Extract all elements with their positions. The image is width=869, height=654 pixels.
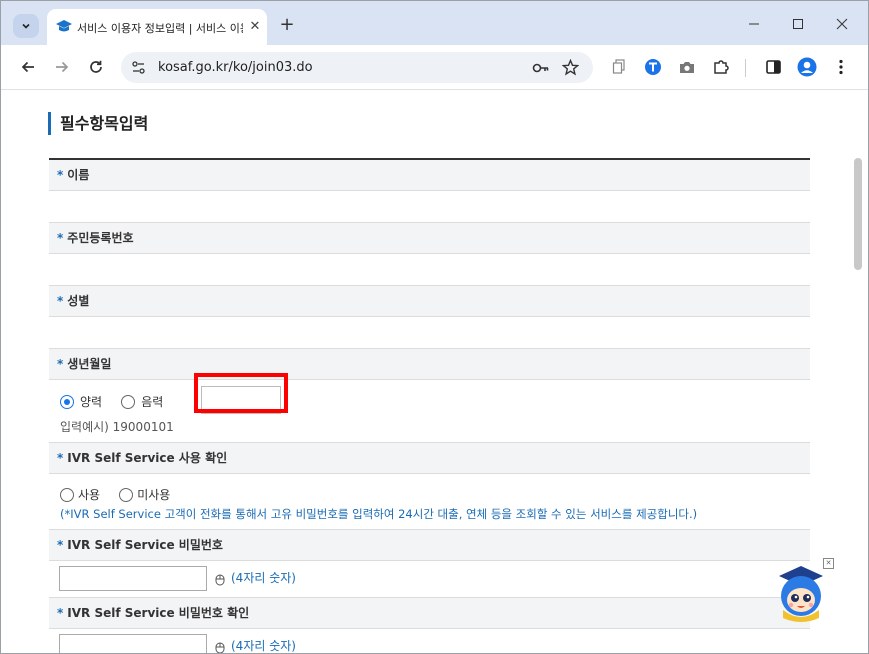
ivr-password-confirm-hint: (4자리 숫자) <box>231 639 296 653</box>
section-title: 필수항목입력 <box>48 112 148 135</box>
name-label: * 이름 <box>49 160 810 191</box>
profile-button[interactable] <box>796 56 818 78</box>
mouse-icon <box>215 642 225 653</box>
maximize-button[interactable] <box>783 13 813 35</box>
new-tab-button[interactable]: + <box>277 14 297 35</box>
ivr-password-confirm-value: (4자리 숫자) <box>49 629 810 653</box>
highlight-box <box>194 373 288 413</box>
ivr-password-hint: (4자리 숫자) <box>231 571 296 585</box>
puzzle-icon <box>714 60 729 74</box>
ivr-use-value: 사용 미사용 (*IVR Self Service 고객이 전화를 통해서 고유… <box>49 474 810 530</box>
ivr-password-label: * IVR Self Service 비밀번호 <box>49 530 810 561</box>
more-vert-icon <box>839 59 843 75</box>
forward-button[interactable] <box>51 56 73 78</box>
minimize-button[interactable] <box>739 13 769 35</box>
reload-icon <box>90 60 102 73</box>
gender-label: * 성별 <box>49 286 810 317</box>
avatar-icon <box>797 57 817 77</box>
gender-value <box>49 317 810 349</box>
browser-toolbar: kosaf.go.kr/ko/join03.do <box>1 45 868 90</box>
chevron-down-icon <box>22 23 30 29</box>
tab-close-icon[interactable]: ✕ <box>247 18 263 34</box>
tab-search-button[interactable] <box>13 14 39 38</box>
site-info-icon <box>132 61 145 74</box>
ivr-use-yes-radio[interactable] <box>60 487 74 502</box>
url-text: kosaf.go.kr/ko/join03.do <box>158 60 313 75</box>
browser-window: 서비스 이용자 정보입력 | 서비스 이용 ✕ + kosaf.go.kr/ko… <box>0 0 869 654</box>
ivr-use-label: * IVR Self Service 사용 확인 <box>49 443 810 474</box>
active-tab[interactable]: 서비스 이용자 정보입력 | 서비스 이용 ✕ <box>47 9 267 45</box>
reload-button[interactable] <box>85 56 107 78</box>
rrn-value <box>49 254 810 286</box>
copy-extension-button[interactable] <box>608 56 630 78</box>
birth-lunar-radio[interactable] <box>121 394 136 409</box>
birth-solar-radio[interactable] <box>60 394 74 409</box>
birth-example: 입력예시) 19000101 <box>60 420 174 434</box>
birth-label: * 생년월일 <box>49 349 810 380</box>
arrow-right-icon <box>56 61 69 73</box>
page-content: 필수항목입력 * 이름 * 주민등록번호 * 성별 * 생년월일 양력 음력 입력예시)… <box>1 90 850 653</box>
ivr-password-confirm-label: * IVR Self Service 비밀번호 확인 <box>49 598 810 629</box>
tab-title: 서비스 이용자 정보입력 | 서비스 이용 <box>77 22 243 35</box>
key-icon[interactable] <box>532 61 550 75</box>
rrn-label: * 주민등록번호 <box>49 223 810 254</box>
arrow-left-icon <box>21 61 34 73</box>
side-panel-icon <box>765 60 781 74</box>
t-badge-icon <box>645 59 661 75</box>
ivr-use-no-label: 미사용 <box>137 488 171 502</box>
copy-icon <box>612 59 625 74</box>
toolbar-divider <box>745 59 746 77</box>
mouse-icon <box>215 574 225 586</box>
ivr-use-no-radio[interactable] <box>119 487 134 502</box>
extensions-button[interactable] <box>710 56 732 78</box>
birth-lunar-label: 음력 <box>141 395 164 409</box>
ivr-password-confirm-input[interactable] <box>59 634 207 653</box>
scrollbar-thumb[interactable] <box>854 158 862 270</box>
menu-button[interactable] <box>830 56 852 78</box>
tab-strip: 서비스 이용자 정보입력 | 서비스 이용 ✕ + <box>1 1 868 45</box>
address-bar[interactable]: kosaf.go.kr/ko/join03.do <box>121 52 593 83</box>
camera-icon <box>680 62 694 73</box>
name-value <box>49 191 810 223</box>
birth-solar-label: 양력 <box>80 395 103 409</box>
ivr-password-value: (4자리 숫자) <box>49 561 810 598</box>
side-panel-button[interactable] <box>762 56 784 78</box>
page-scrollbar[interactable] <box>852 90 866 653</box>
back-button[interactable] <box>17 56 39 78</box>
graduation-cap-icon <box>56 20 72 32</box>
ivr-use-yes-label: 사용 <box>78 488 101 502</box>
ivr-use-note: (*IVR Self Service 고객이 전화를 통해서 고유 비밀번호를 … <box>60 507 698 521</box>
birth-value: 양력 음력 입력예시) 19000101 <box>49 380 810 443</box>
chatbot-mascot-icon[interactable] <box>771 560 831 622</box>
ivr-password-input[interactable] <box>59 566 207 591</box>
required-fields-form: * 이름 * 주민등록번호 * 성별 * 생년월일 양력 음력 입력예시) 190001… <box>49 158 810 653</box>
required-mark: * <box>57 168 64 182</box>
close-window-button[interactable] <box>827 13 857 35</box>
screenshot-extension-button[interactable] <box>676 56 698 78</box>
star-icon[interactable] <box>562 59 579 76</box>
translate-extension-button[interactable] <box>642 56 664 78</box>
